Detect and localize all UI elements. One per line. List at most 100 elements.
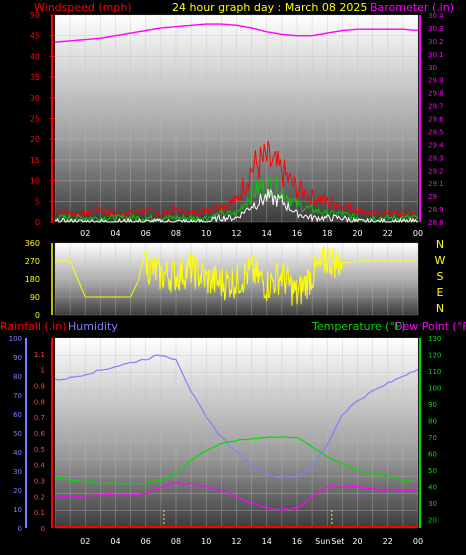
wind-tick-label: 30 [30,94,40,103]
temp-x-tick-label: 14 [262,537,272,546]
rain-tick-label: 0.2 [34,493,45,501]
wind-tick-label: 45 [30,32,40,41]
temp-tick-label: 110 [428,368,441,376]
weather-graph: Windspeed (mph) 24 hour graph day : Marc… [0,1,466,546]
temp-tick-label: 60 [428,451,437,459]
barometer-tick-label: 29.8 [428,90,444,98]
humidity-tick-label: 100 [9,335,22,343]
humidity-tick-label: 40 [13,449,22,457]
direction-tick-label: 270 [25,257,40,266]
wind-x-tick-label: 10 [201,229,211,238]
wind-x-tick-label: 00 [413,229,423,238]
direction-tick-label: 90 [30,293,40,302]
temp-x-tick-label: 02 [80,537,90,546]
barometer-tick-label: 29 [428,193,437,201]
wind-x-tick-label: 22 [383,229,393,238]
barometer-tick-label: 29.5 [428,128,444,136]
direction-tick-label: 360 [25,239,40,248]
wind-x-tick-label: 16 [292,229,302,238]
rain-tick-label: 0.5 [34,446,45,454]
wind-tick-label: 20 [30,135,40,144]
compass-label: W [435,254,446,267]
temp-x-tick-label: Set [331,537,344,546]
rain-tick-label: 0.6 [34,430,46,438]
temp-tick-label: 50 [428,467,437,475]
humidity-tick-label: 20 [13,487,22,495]
barometer-tick-label: 30.4 [428,12,444,20]
humidity-tick-label: 60 [13,411,22,419]
barometer-tick-label: 30.1 [428,51,444,59]
temp-x-tick-label: 12 [231,537,241,546]
wind-tick-label: 10 [30,177,40,186]
temp-tick-label: 80 [428,418,437,426]
compass-label: N [436,238,444,251]
humidity-tick-label: 0 [18,525,22,533]
wind-tick-label: 5 [35,197,40,206]
windspeed-axis-label: Windspeed (mph) [34,1,132,14]
wind-tick-label: 15 [30,156,40,165]
wind-x-tick-label: 04 [110,229,120,238]
wind-x-tick-label: 18 [322,229,332,238]
rain-tick-label: 0 [41,525,45,533]
rain-tick-label: 0.9 [34,383,45,391]
wind-x-tick-label: 12 [231,229,241,238]
humidity-tick-label: 70 [13,392,22,400]
temp-x-tick-label: 16 [292,537,302,546]
wind-x-tick-label: 06 [141,229,151,238]
temp-x-tick-label: 04 [110,537,120,546]
temp-x-tick-label: 06 [141,537,151,546]
compass-label: S [437,270,444,283]
barometer-tick-label: 29.9 [428,77,444,85]
barometer-tick-label: 29.3 [428,154,444,162]
temp-x-tick-label: 20 [352,537,362,546]
rain-tick-label: 0.7 [34,414,45,422]
wind-x-tick-label: 08 [171,229,181,238]
wind-tick-label: 50 [30,11,40,20]
temp-tick-label: 70 [428,434,437,442]
chart-title: 24 hour graph day : March 08 2025 [172,1,367,14]
compass-label: N [436,302,444,315]
wind-tick-label: 35 [30,73,40,82]
temp-tick-label: 90 [428,401,437,409]
humidity-tick-label: 10 [13,506,22,514]
rainfall-axis-label: Rainfall (.in) [0,320,67,333]
rain-tick-label: 0.1 [34,509,45,517]
humidity-tick-label: 80 [13,373,22,381]
barometer-tick-label: 30.2 [428,38,444,46]
rain-tick-label: 0.3 [34,478,45,486]
temp-tick-label: 130 [428,335,441,343]
temp-tick-label: 40 [428,484,437,492]
rain-tick-label: 0.4 [34,462,46,470]
humidity-tick-label: 90 [13,354,22,362]
barometer-tick-label: 29.1 [428,180,444,188]
compass-label: E [437,286,444,299]
temp-tick-label: 30 [428,500,437,508]
barometer-tick-label: 30.3 [428,25,444,33]
barometer-tick-label: 28.8 [428,219,444,227]
barometer-tick-label: 29.7 [428,103,444,111]
wind-tick-label: 25 [30,115,40,124]
rain-tick-label: 1.1 [34,351,45,359]
direction-tick-label: 180 [25,275,40,284]
temp-tick-label: 120 [428,352,441,360]
temp-tick-label: 100 [428,385,441,393]
barometer-tick-label: 29.6 [428,116,444,124]
wind-x-tick-label: 14 [262,229,272,238]
wind-tick-label: 0 [35,218,40,227]
temp-x-tick-label: 08 [171,537,181,546]
wind-x-tick-label: 20 [352,229,362,238]
temp-x-tick-label: Sun [315,537,330,546]
humidity-tick-label: 30 [13,468,22,476]
humidity-axis-label: Humidity [68,320,118,333]
direction-tick-label: 0 [35,311,40,320]
barometer-tick-label: 28.9 [428,206,444,214]
barometer-tick-label: 29.4 [428,141,444,149]
barometer-tick-label: 30 [428,64,437,72]
wind-x-tick-label: 02 [80,229,90,238]
dewpoint-axis-label: Dew Point (°F) [394,320,466,333]
wind-tick-label: 40 [30,52,40,61]
rain-tick-label: 1 [41,367,45,375]
temp-x-tick-label: 10 [201,537,211,546]
barometer-tick-label: 29.2 [428,167,444,175]
humidity-tick-label: 50 [13,430,22,438]
